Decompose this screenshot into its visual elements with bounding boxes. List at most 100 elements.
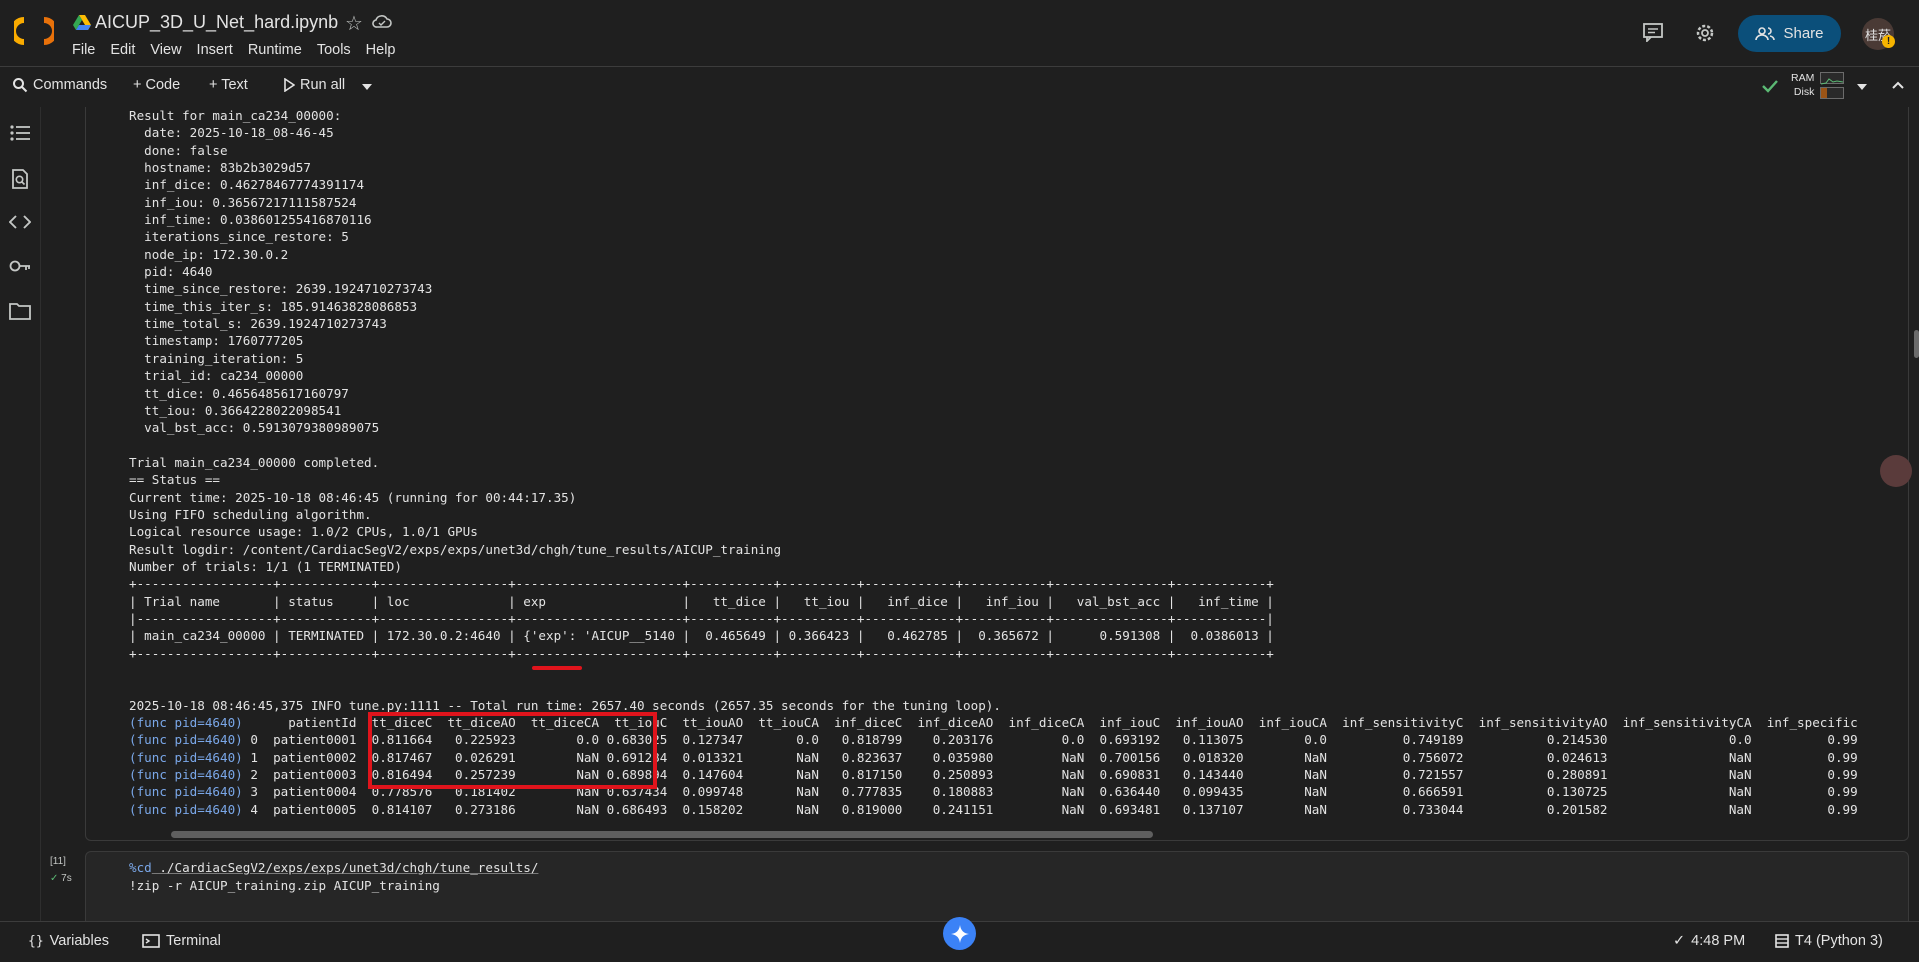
runtime-label: T4 (Python 3) — [1795, 933, 1883, 949]
menu-file[interactable]: File — [72, 42, 95, 58]
share-button[interactable]: Share — [1738, 15, 1841, 52]
menu-tools[interactable]: Tools — [317, 42, 351, 58]
output-line: pid: 4640 — [129, 264, 213, 280]
star-icon[interactable]: ☆ — [345, 11, 363, 36]
terminal-button[interactable]: Terminal — [142, 933, 221, 949]
pid-prefix: (func pid=4640) — [129, 749, 243, 765]
variables-label: Variables — [49, 933, 110, 949]
menu-view[interactable]: View — [150, 42, 181, 58]
df-row: (func pid=4640) 4 patient0005 0.814107 0… — [129, 802, 1858, 817]
output-line: +------------------+------------+-------… — [129, 645, 1274, 661]
resources-indicator[interactable]: RAM Disk — [1791, 71, 1814, 99]
code-snippets-icon[interactable] — [9, 215, 31, 229]
table-of-contents-icon[interactable] — [9, 124, 31, 142]
output-line: time_total_s: 2639.1924710273743 — [129, 316, 387, 332]
colab-logo-icon[interactable] — [14, 14, 54, 48]
output-line: timestamp: 1760777205 — [129, 333, 304, 349]
runtime-icon — [1775, 934, 1789, 948]
page-scrollbar[interactable] — [1914, 330, 1919, 358]
runtime-status[interactable]: ✓ 4:48 PM — [1673, 933, 1745, 949]
folder-icon[interactable] — [9, 302, 31, 320]
output-line: | main_ca234_00000 | TERMINATED | 172.30… — [129, 628, 1274, 644]
key-icon[interactable] — [9, 259, 31, 273]
chevron-up-icon[interactable] — [1892, 81, 1904, 89]
search-icon — [13, 78, 28, 93]
pid-prefix: (func pid=4640) — [129, 715, 243, 731]
comments-icon[interactable] — [1642, 22, 1664, 42]
pid-prefix: (func pid=4640) — [129, 767, 243, 783]
variables-button[interactable]: {} Variables — [28, 933, 109, 949]
output-line: Using FIFO scheduling algorithm. — [129, 506, 372, 522]
output-line: time_this_iter_s: 185.91463828086853 — [129, 298, 418, 314]
red-underline-annotation — [532, 666, 582, 670]
braces-icon: {} — [28, 933, 44, 949]
commands-button[interactable]: Commands — [12, 77, 107, 93]
output-line: |------------------+------------+-------… — [129, 610, 1274, 626]
add-code-button[interactable]: + Code — [133, 77, 180, 93]
menu-edit[interactable]: Edit — [110, 42, 135, 58]
share-label: Share — [1783, 25, 1824, 42]
check-icon: ✓ — [1673, 933, 1686, 949]
play-icon — [284, 78, 295, 92]
sparkle-icon — [950, 924, 969, 943]
drive-icon[interactable] — [73, 15, 91, 31]
output-line: node_ip: 172.30.0.2 — [129, 246, 289, 262]
left-sidebar — [0, 107, 41, 921]
cloud-saved-icon — [372, 15, 392, 28]
toolbar: Commands + Code + Text Run all RAM Disk — [0, 66, 1919, 108]
output-line: inf_time: 0.038601255416870116 — [129, 212, 372, 228]
gemini-button[interactable] — [943, 917, 976, 950]
chevron-down-icon[interactable] — [1857, 84, 1867, 90]
output-line: 2025-10-18 08:46:45,375 INFO tune.py:111… — [129, 697, 1001, 713]
add-text-label: + Text — [209, 77, 248, 93]
code-path: ./CardiacSegV2/exps/exps/unet3d/chgh/tun… — [151, 860, 539, 875]
pid-prefix: (func pid=4640) — [129, 784, 243, 800]
menu-insert[interactable]: Insert — [197, 42, 233, 58]
pid-prefix: (func pid=4640) — [129, 801, 243, 817]
find-icon[interactable] — [9, 168, 31, 190]
output-line: Logical resource usage: 1.0/2 CPUs, 1.0/… — [129, 524, 478, 540]
disk-label: Disk — [1793, 86, 1815, 98]
output-line: hostname: 83b2b3029d57 — [129, 160, 311, 176]
notebook-title[interactable]: AICUP_3D_U_Net_hard.ipynb — [95, 12, 338, 33]
output-line: | Trial name | status | loc | exp | tt_d… — [129, 593, 1274, 609]
output-line: Current time: 2025-10-18 08:46:45 (runni… — [129, 489, 577, 505]
output-line: date: 2025-10-18_08-46-45 — [129, 125, 334, 141]
output-line: Number of trials: 1/1 (1 TERMINATED) — [129, 558, 402, 574]
output-line: Result logdir: /content/CardiacSegV2/exp… — [129, 541, 782, 557]
output-line: == Status == — [129, 472, 220, 488]
output-line: time_since_restore: 2639.1924710273743 — [129, 281, 433, 297]
pid-prefix: (func pid=4640) — [129, 732, 243, 748]
magic-command: %cd — [129, 860, 152, 875]
terminal-label: Terminal — [166, 933, 221, 949]
menu-bar: File Edit View Insert Runtime Tools Help — [72, 42, 411, 58]
settings-gear-icon[interactable] — [1694, 22, 1716, 44]
output-line: training_iteration: 5 — [129, 350, 304, 366]
horizontal-scrollbar[interactable] — [171, 831, 1153, 838]
code-editor[interactable]: %cd ./CardiacSegV2/exps/exps/unet3d/chgh… — [129, 859, 538, 895]
ram-meter — [1820, 72, 1844, 85]
output-line: tt_iou: 0.3664228022098541 — [129, 402, 342, 418]
output-line: Trial main_ca234_00000 completed. — [129, 454, 380, 470]
terminal-icon — [142, 934, 160, 948]
output-line: inf_dice: 0.46278467774391174 — [129, 177, 365, 193]
people-icon — [1755, 26, 1776, 40]
red-highlight-box — [368, 712, 657, 789]
add-code-label: + Code — [133, 77, 181, 93]
menu-runtime[interactable]: Runtime — [248, 42, 302, 58]
output-line: inf_iou: 0.36567217111587524 — [129, 194, 357, 210]
execution-count: [11] — [50, 856, 66, 867]
chevron-down-icon[interactable] — [362, 84, 372, 90]
add-text-button[interactable]: + Text — [209, 77, 248, 93]
check-icon: ✓ — [50, 873, 62, 884]
commands-label: Commands — [33, 77, 108, 93]
run-all-label: Run all — [300, 77, 346, 93]
output-line: done: false — [129, 142, 228, 158]
code-line: !zip -r AICUP_training.zip AICUP_trainin… — [129, 878, 440, 893]
menu-help[interactable]: Help — [366, 42, 396, 58]
top-bar: AICUP_3D_U_Net_hard.ipynb ☆ File Edit Vi… — [0, 0, 1919, 66]
run-all-button[interactable]: Run all — [283, 77, 345, 93]
runtime-type[interactable]: T4 (Python 3) — [1775, 933, 1883, 949]
translate-extension-icon[interactable] — [1880, 455, 1912, 487]
execution-time: ✓ 7s — [50, 873, 72, 884]
